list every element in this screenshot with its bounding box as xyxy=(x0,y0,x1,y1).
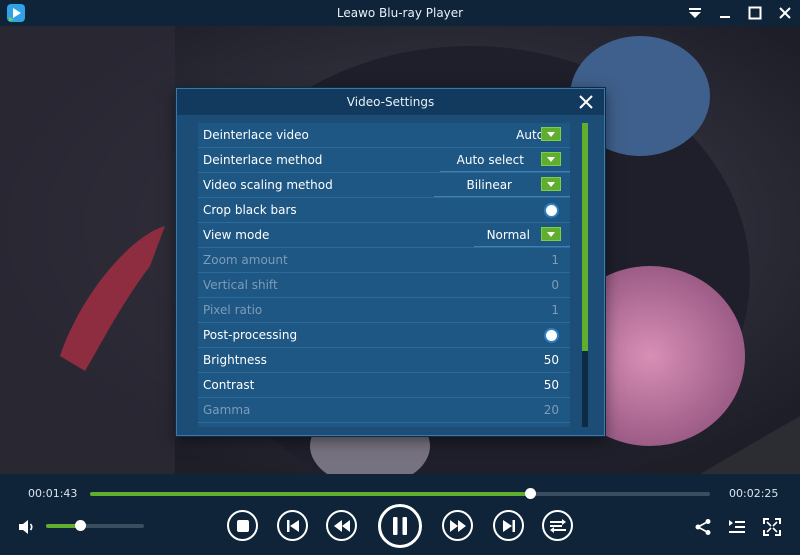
toggle-icon[interactable] xyxy=(546,205,557,216)
pause-icon xyxy=(393,517,407,535)
total-time: 00:02:25 xyxy=(729,487,779,500)
dialog-title: Video-Settings xyxy=(346,95,435,109)
playlist-repeat-icon xyxy=(549,518,566,533)
menu-dropdown-icon[interactable] xyxy=(680,0,710,26)
stop-icon xyxy=(236,519,249,532)
seek-handle[interactable] xyxy=(525,488,537,499)
setting-value: 1 xyxy=(551,253,559,267)
setting-zoom-amount: Zoom amount 1 xyxy=(198,248,570,273)
playlist-icon[interactable] xyxy=(726,516,748,538)
setting-value[interactable]: 50 xyxy=(544,373,559,397)
scrollbar-thumb[interactable] xyxy=(582,123,588,351)
dropdown-underline xyxy=(440,171,570,172)
setting-label: View mode xyxy=(203,228,270,242)
stop-button[interactable] xyxy=(227,510,258,541)
title-bar: Leawo Blu-ray Player xyxy=(0,0,800,26)
dropdown-underline xyxy=(474,246,570,247)
setting-value: 20 xyxy=(543,403,559,417)
rewind-button[interactable] xyxy=(326,510,357,541)
setting-value[interactable]: 50 xyxy=(544,348,559,372)
setting-brightness[interactable]: Brightness 50 xyxy=(198,348,570,373)
setting-label: Contrast xyxy=(203,378,255,392)
volume-slider[interactable] xyxy=(46,520,144,531)
seek-bar-progress xyxy=(90,492,531,496)
volume-icon[interactable] xyxy=(18,519,36,535)
settings-list: Deinterlace video Auto Deinterlace metho… xyxy=(198,123,570,427)
setting-label: Pixel ratio xyxy=(203,303,263,317)
setting-crop-black-bars[interactable]: Crop black bars xyxy=(198,198,570,223)
setting-value: Normal xyxy=(486,228,530,242)
pause-button[interactable] xyxy=(378,504,422,548)
seek-bar[interactable] xyxy=(90,488,710,499)
setting-view-mode[interactable]: View mode Normal xyxy=(198,223,570,248)
control-bar: 00:01:43 00:02:25 xyxy=(0,474,800,555)
setting-video-scaling-method[interactable]: Video scaling method Bilinear xyxy=(198,173,570,198)
settings-scrollbar[interactable] xyxy=(582,123,588,427)
fast-forward-icon xyxy=(449,519,466,532)
chevron-down-icon[interactable] xyxy=(541,127,561,141)
setting-label: Deinterlace video xyxy=(203,128,309,142)
video-area[interactable]: Video-Settings Deinterlace video Auto De… xyxy=(0,26,800,474)
rewind-icon xyxy=(333,519,350,532)
previous-icon xyxy=(286,519,299,532)
toggle-icon[interactable] xyxy=(546,330,557,341)
setting-post-processing[interactable]: Post-processing xyxy=(198,323,570,348)
fullscreen-icon[interactable] xyxy=(761,516,783,538)
fast-forward-button[interactable] xyxy=(442,510,473,541)
dialog-header: Video-Settings xyxy=(177,89,604,115)
setting-value: Auto xyxy=(516,128,544,142)
maximize-icon[interactable] xyxy=(740,0,770,26)
chevron-down-icon[interactable] xyxy=(541,152,561,166)
setting-contrast[interactable]: Contrast 50 xyxy=(198,373,570,398)
setting-value: Auto select xyxy=(456,153,524,167)
setting-deinterlace-method[interactable]: Deinterlace method Auto select xyxy=(198,148,570,173)
setting-value: 1 xyxy=(551,303,559,317)
setting-label: Gamma xyxy=(203,403,251,417)
setting-label: Zoom amount xyxy=(203,253,288,267)
share-icon[interactable] xyxy=(692,516,714,538)
setting-vertical-shift: Vertical shift 0 xyxy=(198,273,570,298)
chevron-down-icon[interactable] xyxy=(541,227,561,241)
next-icon xyxy=(502,519,515,532)
dialog-close-icon[interactable] xyxy=(578,94,594,110)
chevron-down-icon[interactable] xyxy=(541,177,561,191)
dropdown-underline xyxy=(434,196,570,197)
video-settings-dialog: Video-Settings Deinterlace video Auto De… xyxy=(176,88,605,436)
setting-value: 0 xyxy=(551,278,559,292)
setting-pixel-ratio: Pixel ratio 1 xyxy=(198,298,570,323)
close-icon[interactable] xyxy=(770,0,800,26)
minimize-icon[interactable] xyxy=(710,0,740,26)
setting-label: Post-processing xyxy=(203,328,298,342)
window-controls xyxy=(680,0,800,26)
setting-label: Brightness xyxy=(203,353,267,367)
setting-value: Bilinear xyxy=(466,178,512,192)
elapsed-time: 00:01:43 xyxy=(28,487,78,500)
next-button[interactable] xyxy=(493,510,524,541)
setting-label: Deinterlace method xyxy=(203,153,323,167)
volume-handle[interactable] xyxy=(75,520,87,531)
previous-button[interactable] xyxy=(277,510,308,541)
setting-gamma: Gamma 20 xyxy=(198,398,570,423)
setting-label: Video scaling method xyxy=(203,178,333,192)
setting-label: Crop black bars xyxy=(203,203,297,217)
playlist-repeat-button[interactable] xyxy=(542,510,573,541)
setting-deinterlace-video[interactable]: Deinterlace video Auto xyxy=(198,123,570,148)
setting-label: Vertical shift xyxy=(203,278,278,292)
